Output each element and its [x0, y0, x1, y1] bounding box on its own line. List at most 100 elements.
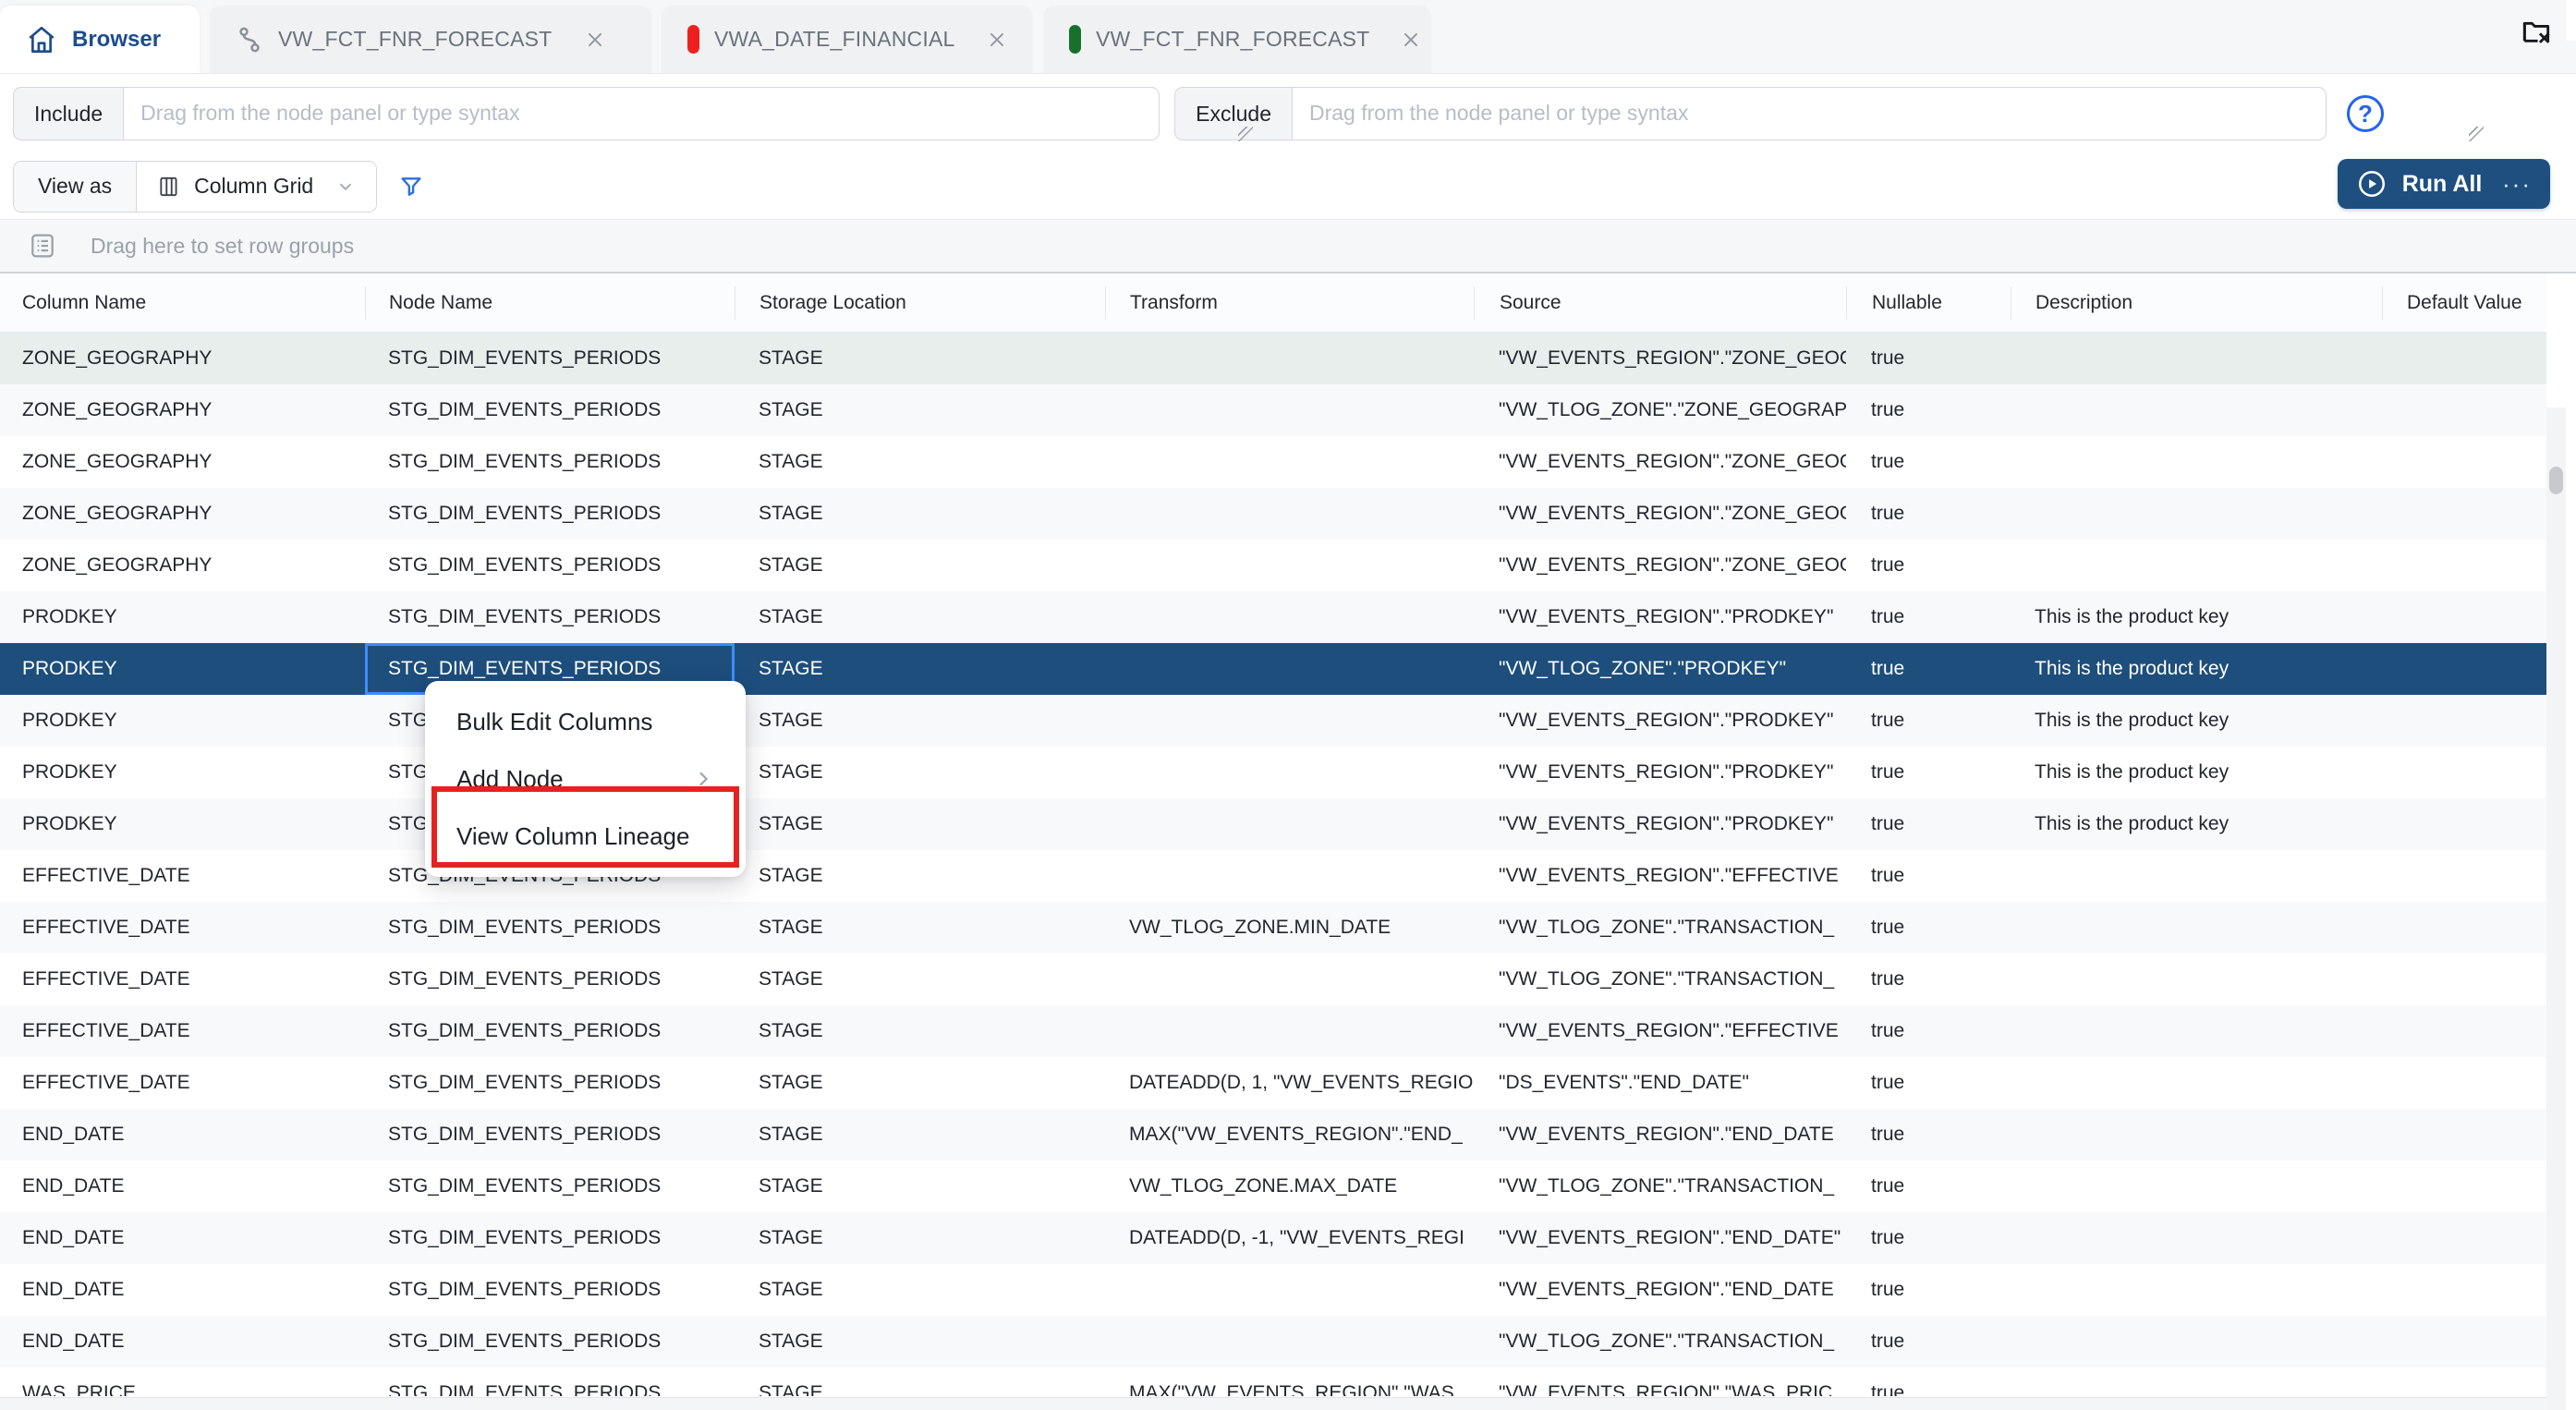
- cell-storage-location[interactable]: STAGE: [735, 1316, 1105, 1367]
- close-icon[interactable]: [987, 28, 1008, 52]
- table-row[interactable]: PRODKEY STG_DIM_EVENTS_PERIODS STAGE "VW…: [0, 643, 2546, 695]
- cell-description[interactable]: [2011, 1057, 2382, 1109]
- cell-nullable[interactable]: true: [1846, 695, 2011, 747]
- close-icon[interactable]: [1401, 28, 1421, 52]
- cell-description[interactable]: [2011, 1212, 2382, 1264]
- cell-description[interactable]: [2011, 436, 2382, 488]
- view-mode-dropdown[interactable]: Column Grid: [137, 162, 376, 212]
- cell-nullable[interactable]: true: [1846, 1316, 2011, 1367]
- cell-column-name[interactable]: ZONE_GEOGRAPHY: [0, 488, 365, 540]
- table-row[interactable]: ZONE_GEOGRAPHY STG_DIM_EVENTS_PERIODS ST…: [0, 488, 2546, 540]
- cell-column-name[interactable]: END_DATE: [0, 1109, 365, 1161]
- cell-source[interactable]: "VW_EVENTS_REGION"."PRODKEY": [1474, 591, 1846, 643]
- cell-transform[interactable]: [1105, 850, 1474, 902]
- cell-default-value[interactable]: [2382, 1057, 2546, 1109]
- cell-node-name[interactable]: STG_DIM_EVENTS_PERIODS: [365, 384, 735, 436]
- cell-node-name[interactable]: STG_DIM_EVENTS_PERIODS: [365, 333, 735, 384]
- cell-nullable[interactable]: true: [1846, 1264, 2011, 1316]
- cell-default-value[interactable]: [2382, 1161, 2546, 1212]
- cell-source[interactable]: "VW_EVENTS_REGION"."PRODKEY": [1474, 798, 1846, 850]
- cell-source[interactable]: "VW_EVENTS_REGION"."ZONE_GEOG: [1474, 540, 1846, 591]
- cell-description[interactable]: [2011, 384, 2382, 436]
- cell-storage-location[interactable]: STAGE: [735, 1367, 1105, 1396]
- cell-column-name[interactable]: PRODKEY: [0, 747, 365, 798]
- cell-nullable[interactable]: true: [1846, 540, 2011, 591]
- cell-column-name[interactable]: WAS_PRICE: [0, 1367, 365, 1396]
- folder-close-icon[interactable]: [2519, 13, 2554, 50]
- cell-description[interactable]: [2011, 1264, 2382, 1316]
- cell-source[interactable]: "VW_EVENTS_REGION"."EFFECTIVE: [1474, 850, 1846, 902]
- menu-item-view-column-lineage[interactable]: View Column Lineage: [425, 808, 746, 865]
- cell-node-name[interactable]: STG_DIM_EVENTS_PERIODS: [365, 1212, 735, 1264]
- cell-description[interactable]: [2011, 954, 2382, 1005]
- cell-column-name[interactable]: ZONE_GEOGRAPHY: [0, 540, 365, 591]
- cell-transform[interactable]: [1105, 1005, 1474, 1057]
- cell-source[interactable]: "VW_EVENTS_REGION"."PRODKEY": [1474, 695, 1846, 747]
- table-row[interactable]: ZONE_GEOGRAPHY STG_DIM_EVENTS_PERIODS ST…: [0, 333, 2546, 384]
- table-row[interactable]: END_DATE STG_DIM_EVENTS_PERIODS STAGE DA…: [0, 1212, 2546, 1264]
- cell-storage-location[interactable]: STAGE: [735, 540, 1105, 591]
- cell-node-name[interactable]: STG_DIM_EVENTS_PERIODS: [365, 1109, 735, 1161]
- cell-nullable[interactable]: true: [1846, 436, 2011, 488]
- cell-default-value[interactable]: [2382, 1212, 2546, 1264]
- column-header-transform[interactable]: Transform: [1105, 286, 1474, 320]
- cell-transform[interactable]: MAX("VW_EVENTS_REGION"."WAS_: [1105, 1367, 1474, 1396]
- cell-source[interactable]: "VW_EVENTS_REGION"."END_DATE: [1474, 1109, 1846, 1161]
- cell-nullable[interactable]: true: [1846, 902, 2011, 954]
- column-header-column-name[interactable]: Column Name: [0, 286, 365, 320]
- cell-storage-location[interactable]: STAGE: [735, 488, 1105, 540]
- cell-default-value[interactable]: [2382, 798, 2546, 850]
- cell-node-name[interactable]: STG_DIM_EVENTS_PERIODS: [365, 488, 735, 540]
- cell-default-value[interactable]: [2382, 954, 2546, 1005]
- cell-transform[interactable]: [1105, 643, 1474, 695]
- cell-description[interactable]: [2011, 488, 2382, 540]
- cell-source[interactable]: "VW_EVENTS_REGION"."PRODKEY": [1474, 747, 1846, 798]
- cell-description[interactable]: This is the product key: [2011, 747, 2382, 798]
- funnel-icon[interactable]: [397, 173, 425, 201]
- tab-vw-fct-fnr-forecast-1[interactable]: VW_FCT_FNR_FORECAST: [210, 6, 651, 73]
- cell-nullable[interactable]: true: [1846, 591, 2011, 643]
- cell-storage-location[interactable]: STAGE: [735, 850, 1105, 902]
- cell-description[interactable]: [2011, 1161, 2382, 1212]
- cell-storage-location[interactable]: STAGE: [735, 1264, 1105, 1316]
- cell-source[interactable]: "VW_EVENTS_REGION"."ZONE_GEOG: [1474, 436, 1846, 488]
- cell-node-name[interactable]: STG_DIM_EVENTS_PERIODS: [365, 591, 735, 643]
- table-row[interactable]: EFFECTIVE_DATE STG_DIM_EVENTS_PERIODS ST…: [0, 850, 2546, 902]
- cell-transform[interactable]: [1105, 747, 1474, 798]
- cell-transform[interactable]: DATEADD(D, -1, "VW_EVENTS_REGI: [1105, 1212, 1474, 1264]
- cell-column-name[interactable]: PRODKEY: [0, 798, 365, 850]
- tab-browser[interactable]: Browser: [0, 6, 200, 73]
- cell-storage-location[interactable]: STAGE: [735, 436, 1105, 488]
- cell-transform[interactable]: MAX("VW_EVENTS_REGION"."END_: [1105, 1109, 1474, 1161]
- cell-source[interactable]: "VW_EVENTS_REGION"."END_DATE: [1474, 1264, 1846, 1316]
- cell-storage-location[interactable]: STAGE: [735, 643, 1105, 695]
- cell-source[interactable]: "VW_EVENTS_REGION"."ZONE_GEOG: [1474, 488, 1846, 540]
- include-input[interactable]: [123, 87, 1160, 140]
- cell-storage-location[interactable]: STAGE: [735, 954, 1105, 1005]
- table-row[interactable]: ZONE_GEOGRAPHY STG_DIM_EVENTS_PERIODS ST…: [0, 540, 2546, 591]
- cell-default-value[interactable]: [2382, 384, 2546, 436]
- cell-description[interactable]: This is the product key: [2011, 643, 2382, 695]
- vertical-scrollbar-track[interactable]: [2546, 407, 2566, 1410]
- cell-nullable[interactable]: true: [1846, 643, 2011, 695]
- cell-column-name[interactable]: ZONE_GEOGRAPHY: [0, 333, 365, 384]
- cell-storage-location[interactable]: STAGE: [735, 798, 1105, 850]
- cell-transform[interactable]: [1105, 488, 1474, 540]
- cell-default-value[interactable]: [2382, 902, 2546, 954]
- cell-transform[interactable]: [1105, 540, 1474, 591]
- cell-transform[interactable]: [1105, 1316, 1474, 1367]
- cell-nullable[interactable]: true: [1846, 798, 2011, 850]
- cell-default-value[interactable]: [2382, 436, 2546, 488]
- cell-storage-location[interactable]: STAGE: [735, 747, 1105, 798]
- table-row[interactable]: ZONE_GEOGRAPHY STG_DIM_EVENTS_PERIODS ST…: [0, 384, 2546, 436]
- table-row[interactable]: PRODKEY STG_DIM_EVENTS_PERIODS STAGE "VW…: [0, 695, 2546, 747]
- cell-node-name[interactable]: STG_DIM_EVENTS_PERIODS: [365, 902, 735, 954]
- cell-transform[interactable]: [1105, 1264, 1474, 1316]
- table-row[interactable]: EFFECTIVE_DATE STG_DIM_EVENTS_PERIODS ST…: [0, 1005, 2546, 1057]
- cell-column-name[interactable]: EFFECTIVE_DATE: [0, 1057, 365, 1109]
- cell-description[interactable]: [2011, 902, 2382, 954]
- row-groups-bar[interactable]: Drag here to set row groups: [0, 219, 2576, 273]
- cell-node-name[interactable]: STG_DIM_EVENTS_PERIODS: [365, 540, 735, 591]
- cell-description[interactable]: This is the product key: [2011, 695, 2382, 747]
- cell-storage-location[interactable]: STAGE: [735, 1005, 1105, 1057]
